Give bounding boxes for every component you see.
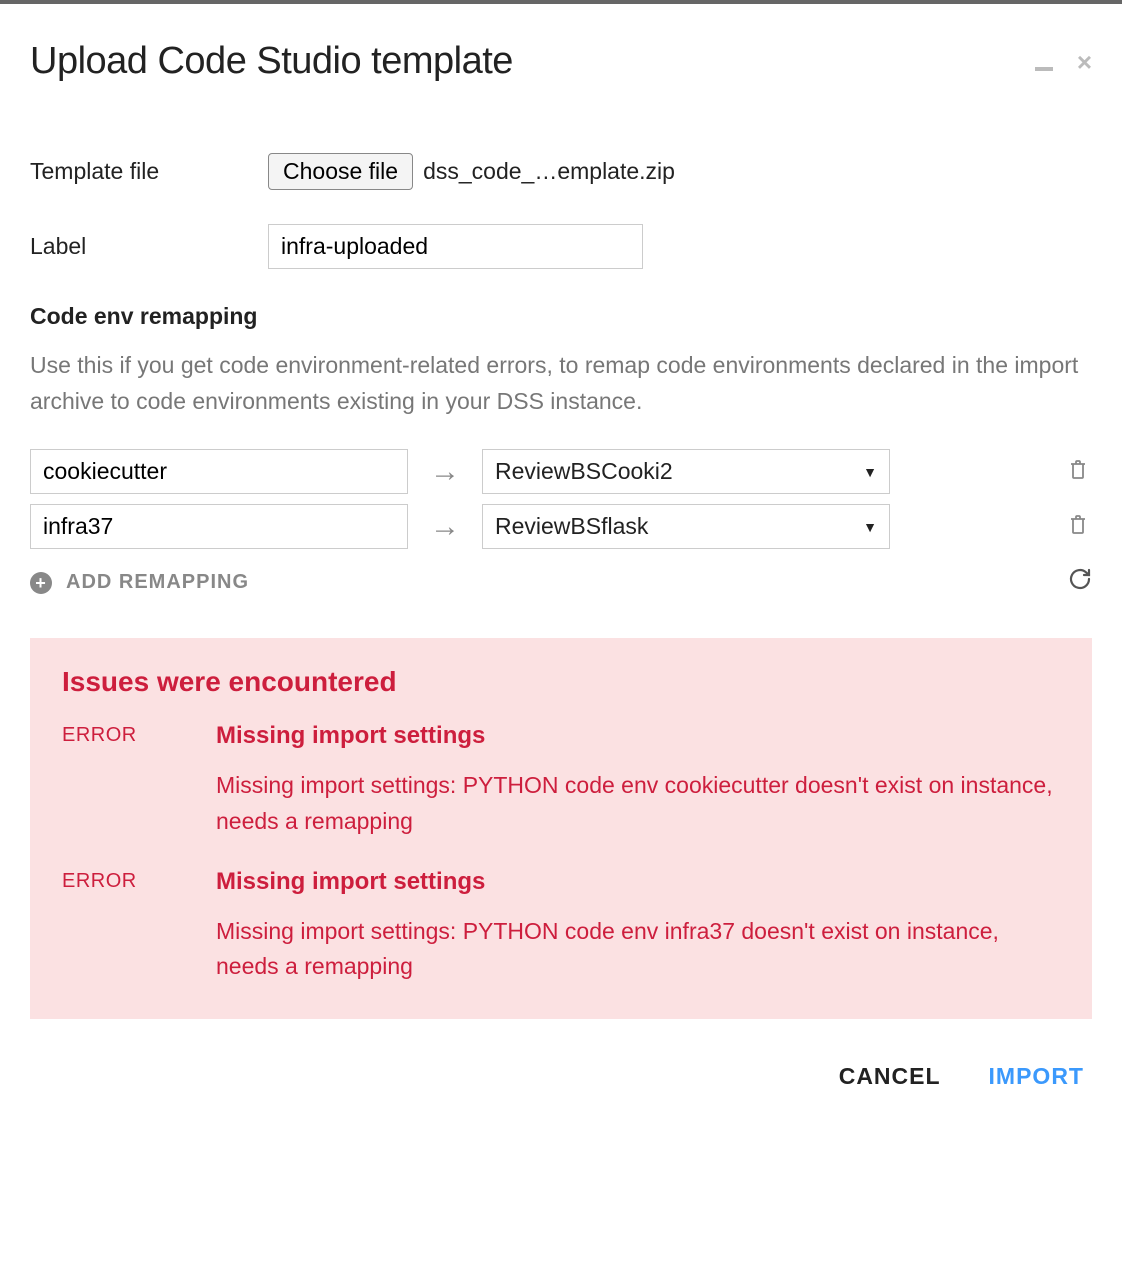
- issue-row: ERROR Missing import settings Missing im…: [62, 722, 1060, 839]
- label-row: Label: [30, 224, 1092, 269]
- remap-source-input[interactable]: [30, 504, 408, 549]
- remap-target-value: ReviewBSflask: [495, 513, 648, 540]
- plus-circle-icon: +: [30, 572, 52, 594]
- issue-body: Missing import settings Missing import s…: [216, 868, 1060, 985]
- remap-row: → ReviewBSflask ▼: [30, 504, 1092, 549]
- dialog-header-actions: ×: [1035, 49, 1092, 75]
- close-icon[interactable]: ×: [1077, 49, 1092, 75]
- label-field-label: Label: [30, 233, 268, 260]
- remapping-section-title: Code env remapping: [30, 303, 1092, 330]
- add-remapping-label: ADD REMAPPING: [66, 571, 249, 594]
- remap-row: → ReviewBSCooki2 ▼: [30, 449, 1092, 494]
- dialog-header: Upload Code Studio template ×: [30, 40, 1092, 83]
- remap-target-value: ReviewBSCooki2: [495, 458, 673, 485]
- chevron-down-icon: ▼: [863, 519, 877, 535]
- remap-target-select[interactable]: ReviewBSCooki2 ▼: [482, 449, 890, 494]
- issue-description: Missing import settings: PYTHON code env…: [216, 914, 1060, 985]
- remapping-actions-row: + ADD REMAPPING: [30, 567, 1092, 598]
- issue-heading: Missing import settings: [216, 868, 1060, 896]
- minimize-icon[interactable]: [1035, 49, 1053, 75]
- issue-level: ERROR: [62, 722, 216, 839]
- cancel-button[interactable]: CANCEL: [839, 1063, 941, 1090]
- arrow-right-icon: →: [408, 510, 482, 544]
- issues-panel: Issues were encountered ERROR Missing im…: [30, 638, 1092, 1019]
- issue-heading: Missing import settings: [216, 722, 1060, 750]
- dialog-title: Upload Code Studio template: [30, 40, 513, 83]
- remap-row-actions: [890, 513, 1092, 541]
- issue-body: Missing import settings Missing import s…: [216, 722, 1060, 839]
- template-file-row: Template file Choose file dss_code_…empl…: [30, 153, 1092, 190]
- chevron-down-icon: ▼: [863, 464, 877, 480]
- trash-icon[interactable]: [1068, 460, 1088, 485]
- trash-icon[interactable]: [1068, 515, 1088, 540]
- upload-template-dialog: Upload Code Studio template × Template f…: [0, 0, 1122, 1128]
- remap-target-select[interactable]: ReviewBSflask ▼: [482, 504, 890, 549]
- dialog-footer: CANCEL IMPORT: [30, 1019, 1092, 1098]
- issue-level: ERROR: [62, 868, 216, 985]
- template-file-label: Template file: [30, 158, 268, 185]
- remap-source-input[interactable]: [30, 449, 408, 494]
- label-input[interactable]: [268, 224, 643, 269]
- issue-description: Missing import settings: PYTHON code env…: [216, 768, 1060, 839]
- choose-file-button[interactable]: Choose file: [268, 153, 413, 190]
- arrow-right-icon: →: [408, 455, 482, 489]
- selected-filename: dss_code_…emplate.zip: [423, 158, 675, 185]
- issue-row: ERROR Missing import settings Missing im…: [62, 868, 1060, 985]
- remap-row-actions: [890, 458, 1092, 486]
- remapping-help-text: Use this if you get code environment-rel…: [30, 348, 1092, 419]
- issues-title: Issues were encountered: [62, 666, 1060, 698]
- add-remapping-button[interactable]: + ADD REMAPPING: [30, 571, 249, 594]
- import-button[interactable]: IMPORT: [989, 1063, 1084, 1090]
- refresh-icon[interactable]: [1068, 567, 1092, 598]
